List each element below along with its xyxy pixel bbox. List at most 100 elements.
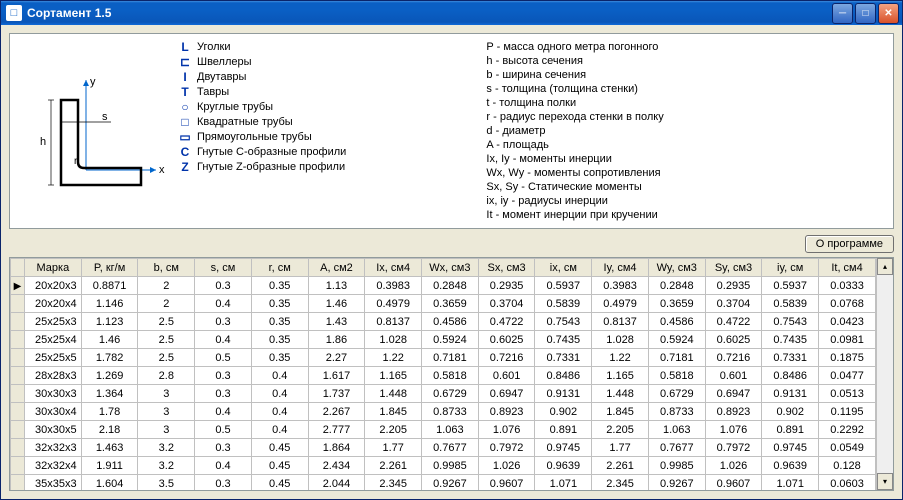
scroll-up-button[interactable]: ▴: [877, 258, 893, 275]
table-cell: 1.026: [478, 457, 535, 475]
column-header[interactable]: Марка: [25, 259, 82, 277]
table-cell: 0.0423: [819, 313, 876, 331]
table-cell: 0.0981: [819, 331, 876, 349]
profile-type-item[interactable]: IДвутавры: [176, 70, 476, 84]
column-header[interactable]: Sx, см3: [478, 259, 535, 277]
table-cell: 0.6025: [705, 331, 762, 349]
table-cell: 0.5839: [535, 295, 592, 313]
table-cell: 1.123: [81, 313, 138, 331]
table-row[interactable]: 32x32x31.4633.20.30.451.8641.770.76770.7…: [11, 439, 876, 457]
profile-type-item[interactable]: ▭ Прямоугольные трубы: [176, 130, 476, 144]
table-cell: 1.43: [308, 313, 365, 331]
table-cell: 0.9131: [762, 385, 819, 403]
table-cell: 0.5924: [422, 331, 479, 349]
table-cell: 25x25x3: [25, 313, 82, 331]
column-header[interactable]: A, см2: [308, 259, 365, 277]
table-cell: 0.45: [251, 439, 308, 457]
table-cell: 0.0333: [819, 277, 876, 295]
table-cell: 0.7216: [705, 349, 762, 367]
table-cell: 1.617: [308, 367, 365, 385]
table-cell: 1.165: [365, 367, 422, 385]
column-header[interactable]: P, кг/м: [81, 259, 138, 277]
app-window: □ Сортамент 1.5 ─ □ ✕ x y: [0, 0, 903, 500]
svg-text:y: y: [90, 76, 96, 88]
table-cell: 2: [138, 295, 195, 313]
table-row[interactable]: 25x25x51.7822.50.50.352.271.220.71810.72…: [11, 349, 876, 367]
column-header[interactable]: r, см: [251, 259, 308, 277]
table-row[interactable]: 35x35x31.6043.50.30.452.0442.3450.92670.…: [11, 475, 876, 491]
table-row[interactable]: 25x25x41.462.50.40.351.861.0280.59240.60…: [11, 331, 876, 349]
profile-label: Прямоугольные трубы: [197, 131, 312, 143]
vertical-scrollbar[interactable]: ▴ ▾: [876, 258, 893, 490]
profile-type-item[interactable]: □Квадратные трубы: [176, 115, 476, 129]
maximize-button[interactable]: □: [855, 3, 876, 24]
table-cell: 0.3659: [422, 295, 479, 313]
legend-line: d - диаметр: [486, 124, 887, 138]
titlebar[interactable]: □ Сортамент 1.5 ─ □ ✕: [1, 1, 902, 25]
legend-line: r - радиус перехода стенки в полку: [486, 110, 887, 124]
row-header: [11, 457, 25, 475]
table-cell: 1.063: [648, 421, 705, 439]
column-header[interactable]: iy, см: [762, 259, 819, 277]
column-header[interactable]: s, см: [195, 259, 252, 277]
column-header[interactable]: Wx, см3: [422, 259, 479, 277]
table-cell: 1.028: [592, 331, 649, 349]
profile-type-item[interactable]: CГнутые С-образные профили: [176, 145, 476, 159]
table-cell: 0.902: [762, 403, 819, 421]
table-cell: 0.3: [195, 277, 252, 295]
row-header: [11, 331, 25, 349]
column-header[interactable]: b, см: [138, 259, 195, 277]
table-cell: 28x28x3: [25, 367, 82, 385]
minimize-button[interactable]: ─: [832, 3, 853, 24]
scroll-track[interactable]: [877, 275, 893, 473]
table-cell: 0.4979: [365, 295, 422, 313]
table-cell: 0.128: [819, 457, 876, 475]
table-cell: 0.4: [251, 421, 308, 439]
table-row[interactable]: 28x28x31.2692.80.30.41.6171.1650.58180.6…: [11, 367, 876, 385]
profile-type-item[interactable]: LУголки: [176, 40, 476, 54]
profile-icon: ▭: [178, 130, 192, 144]
profile-type-item[interactable]: ⊏Швеллеры: [176, 55, 476, 69]
table-cell: 0.7331: [762, 349, 819, 367]
column-header[interactable]: ix, см: [535, 259, 592, 277]
table-row[interactable]: ▶20x20x30.887120.30.351.130.39830.28480.…: [11, 277, 876, 295]
table-cell: 2.5: [138, 313, 195, 331]
svg-text:s: s: [102, 111, 108, 123]
about-button[interactable]: О программе: [805, 235, 894, 253]
table-cell: 1.737: [308, 385, 365, 403]
column-header[interactable]: Sy, см3: [705, 259, 762, 277]
table-row[interactable]: 30x30x31.36430.30.41.7371.4480.67290.694…: [11, 385, 876, 403]
scroll-down-button[interactable]: ▾: [877, 473, 893, 490]
table-cell: 0.5: [195, 349, 252, 367]
table-cell: 1.911: [81, 457, 138, 475]
table-cell: 0.0549: [819, 439, 876, 457]
profile-type-item[interactable]: ○Круглые трубы: [176, 100, 476, 114]
close-button[interactable]: ✕: [878, 3, 899, 24]
table-row[interactable]: 30x30x41.7830.40.42.2671.8450.87330.8923…: [11, 403, 876, 421]
table-row[interactable]: 32x32x41.9113.20.40.452.4342.2610.99851.…: [11, 457, 876, 475]
table-cell: 0.3: [195, 313, 252, 331]
table-cell: 3.5: [138, 475, 195, 491]
table-cell: 0.0477: [819, 367, 876, 385]
table-row[interactable]: 30x30x52.1830.50.42.7772.2051.0631.0760.…: [11, 421, 876, 439]
profile-label: Швеллеры: [197, 56, 252, 68]
table-row[interactable]: 25x25x31.1232.50.30.351.430.81370.45860.…: [11, 313, 876, 331]
column-header[interactable]: Wy, см3: [648, 259, 705, 277]
data-grid[interactable]: МаркаP, кг/мb, смs, смr, смA, см2Ix, см4…: [9, 257, 894, 491]
table-row[interactable]: 20x20x41.14620.40.351.460.49790.36590.37…: [11, 295, 876, 313]
profile-icon: ○: [178, 100, 192, 114]
column-header[interactable]: Iy, см4: [592, 259, 649, 277]
table-cell: 0.5: [195, 421, 252, 439]
profile-type-item[interactable]: TТавры: [176, 85, 476, 99]
profile-icon: □: [178, 115, 192, 129]
table-cell: 0.8733: [422, 403, 479, 421]
column-header[interactable]: Ix, см4: [365, 259, 422, 277]
table-cell: 30x30x4: [25, 403, 82, 421]
column-header[interactable]: It, см4: [819, 259, 876, 277]
row-header: [11, 385, 25, 403]
table-cell: 0.9131: [535, 385, 592, 403]
table-cell: 2.777: [308, 421, 365, 439]
profile-type-item[interactable]: ZГнутые Z-образные профили: [176, 160, 476, 174]
table-cell: 1.448: [592, 385, 649, 403]
legend-panel: P - масса одного метра погонногоh - высо…: [486, 40, 887, 222]
